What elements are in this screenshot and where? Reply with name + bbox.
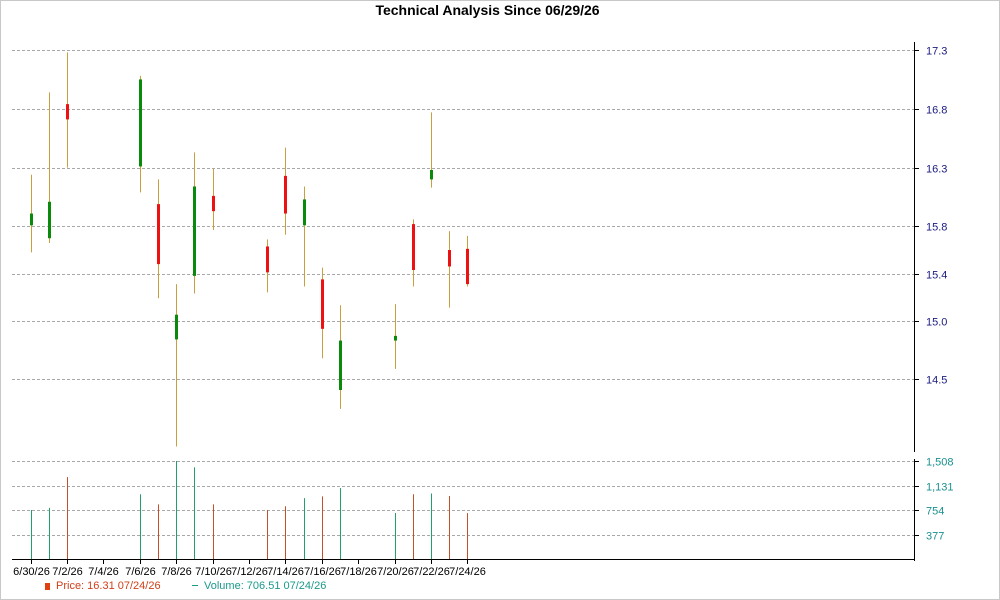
date-tick-label: 7/16/26	[304, 566, 341, 578]
price-tick-label: 14.5	[926, 375, 947, 387]
date-tick-label: 7/6/26	[125, 566, 156, 578]
date-tick-label: 7/12/26	[231, 566, 268, 578]
candle-body	[157, 204, 160, 265]
price-tick-label: 15.4	[926, 270, 947, 282]
price-tick-label: 15.8	[926, 222, 947, 234]
date-tick-label: 7/24/26	[449, 566, 486, 578]
candlestick-chart: 14.5 15.0 15.4 15.8 16.3 16.8 17.3 377 754 1,131…	[12, 42, 954, 578]
price-tick-label: 17.3	[926, 46, 947, 58]
date-tick-label: 7/8/26	[161, 566, 192, 578]
volume-tick-label: 1,131	[926, 482, 954, 494]
price-legend-swatch	[45, 583, 50, 590]
volume-tick-label: 377	[926, 531, 944, 543]
volume-tick-label: 1,508	[926, 457, 954, 469]
candle-body	[266, 246, 269, 273]
price-gridlines	[12, 50, 914, 380]
axes	[12, 42, 919, 564]
date-tick-label: 7/22/26	[413, 566, 450, 578]
date-tick-label: 6/30/26	[13, 566, 50, 578]
candle-body	[139, 79, 142, 167]
date-tick-label: 7/10/26	[195, 566, 232, 578]
candle-body	[448, 250, 451, 267]
date-tick-labels: 6/30/26 7/2/26 7/4/26 7/6/26 7/8/26 7/10/26 7/…	[13, 566, 486, 578]
volume-legend-swatch	[192, 585, 198, 586]
price-legend: Price: 16.31 07/24/26	[45, 580, 161, 592]
candle-body	[321, 279, 324, 329]
price-legend-text: Price: 16.31 07/24/26	[56, 580, 161, 592]
price-tick-label: 15.0	[926, 317, 947, 329]
volume-tick-label: 754	[926, 506, 944, 518]
candle-body	[30, 213, 33, 226]
candle-body	[193, 186, 196, 276]
candle-body	[303, 199, 306, 226]
candle-body	[394, 335, 397, 341]
date-tick-label: 7/20/26	[377, 566, 414, 578]
candle-wicks	[31, 52, 468, 447]
candle-body	[66, 104, 69, 120]
candle-body	[412, 224, 415, 270]
volume-legend-text: Volume: 706.51 07/24/26	[204, 580, 327, 592]
volume-gridlines	[12, 461, 914, 536]
candle-body	[212, 195, 215, 212]
date-tick-label: 7/2/26	[52, 566, 83, 578]
candle-body	[175, 314, 178, 340]
candle-body	[339, 340, 342, 390]
volume-tick-labels: 377 754 1,131 1,508	[926, 457, 954, 543]
candle-body	[430, 170, 433, 180]
candle-body	[284, 175, 287, 214]
price-tick-label: 16.8	[926, 105, 947, 117]
volume-legend: Volume: 706.51 07/24/26	[192, 580, 326, 592]
date-tick-label: 7/4/26	[88, 566, 119, 578]
candle-bodies	[30, 79, 469, 390]
candle-body	[48, 201, 51, 239]
price-tick-labels: 14.5 15.0 15.4 15.8 16.3 16.8 17.3	[926, 46, 947, 387]
candle-body	[466, 248, 469, 285]
date-tick-label: 7/18/26	[340, 566, 377, 578]
price-tick-label: 16.3	[926, 164, 947, 176]
date-tick-label: 7/14/26	[267, 566, 304, 578]
